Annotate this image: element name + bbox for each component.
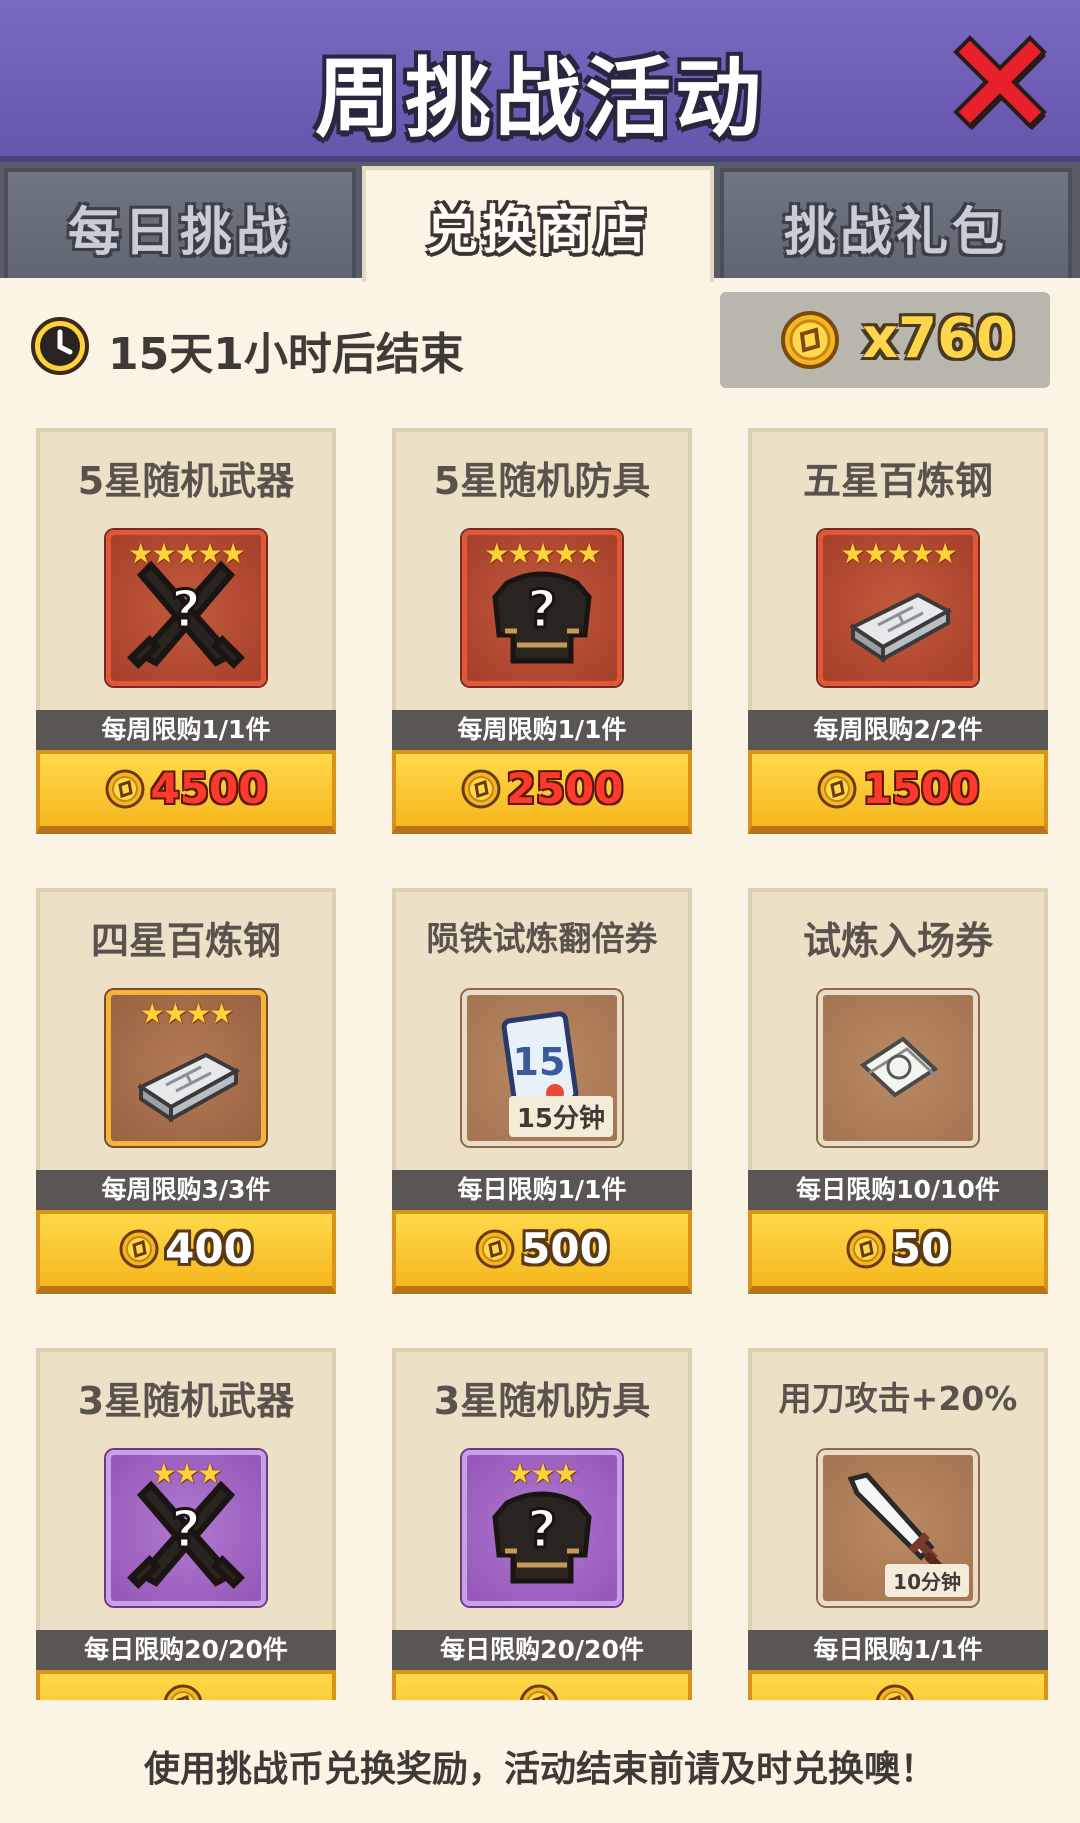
challenge-coin-icon	[875, 1684, 915, 1700]
close-button[interactable]	[950, 30, 1050, 130]
item-icon-frame: ★★★★	[106, 990, 266, 1146]
shop-item-card: 5星随机武器? ★★★★★ 每周限购1/1件 4500	[36, 420, 336, 850]
buy-button[interactable]: 2500	[392, 750, 692, 834]
footer-note: 使用挑战币兑换奖励，活动结束前请及时兑换噢！	[0, 1700, 1080, 1823]
buy-button[interactable]: 400	[36, 1210, 336, 1294]
item-name: 试炼入场券	[802, 919, 993, 963]
time-remaining: 15天1小时后结束	[108, 329, 464, 380]
item-icon-frame: ? ★★★★★	[462, 530, 622, 686]
tab-label: 挑战礼包	[783, 203, 1008, 263]
challenge-coin-icon	[519, 1684, 559, 1700]
item-icon-frame: ? ★★★	[462, 1450, 622, 1606]
challenge-coin-icon	[781, 311, 839, 369]
item-name: 陨铁试炼翻倍券	[426, 919, 658, 958]
shop-item-card: 用刀攻击+20% 10分钟每日限购1/1件	[748, 1340, 1048, 1700]
item-icon-frame: ? ★★★★★	[106, 530, 266, 686]
purchase-limit: 每周限购1/1件	[36, 710, 336, 750]
shop-item-card: 3星随机武器? ★★★ 每日限购20/20件	[36, 1340, 336, 1700]
buy-button[interactable]: 1500	[748, 750, 1048, 834]
footer-text: 使用挑战币兑换奖励，活动结束前请及时兑换噢！	[143, 1749, 936, 1790]
purchase-limit: 每周限购3/3件	[36, 1170, 336, 1210]
shop-item-card: 五星百炼钢 ★★★★★ 每周限购2/2件 1500	[748, 420, 1048, 850]
challenge-coin-icon	[817, 769, 857, 808]
tab-challenge-pack[interactable]: 挑战礼包	[720, 168, 1072, 278]
item-name: 3星随机武器	[77, 1379, 295, 1423]
purchase-limit: 每日限购10/10件	[748, 1170, 1048, 1210]
buy-button[interactable]	[36, 1670, 336, 1700]
item-name: 3星随机防具	[433, 1379, 651, 1423]
shop-grid: 5星随机武器? ★★★★★ 每周限购1/1件 4500 5星随机防具? ★★★★★ 每周限购…	[0, 410, 1080, 1700]
item-price: 400	[165, 1224, 253, 1273]
purchase-limit: 每日限购20/20件	[36, 1630, 336, 1670]
item-name: 用刀攻击+20%	[778, 1379, 1018, 1418]
tab-bar: 每日挑战 兑换商店 挑战礼包	[0, 162, 1080, 282]
buy-button[interactable]	[748, 1670, 1048, 1700]
purchase-limit: 每日限购1/1件	[392, 1170, 692, 1210]
svg-text:?: ?	[171, 1500, 201, 1560]
item-name: 四星百炼钢	[90, 919, 281, 963]
challenge-coin-icon	[105, 769, 145, 808]
challenge-coin-icon	[846, 1229, 886, 1268]
challenge-coin-icon	[119, 1229, 159, 1268]
tab-label: 兑换商店	[425, 201, 650, 261]
tab-label: 每日挑战	[67, 203, 292, 263]
item-price: 500	[521, 1224, 609, 1273]
item-price: 1500	[862, 764, 980, 813]
buy-button[interactable]	[392, 1670, 692, 1700]
star-rating: ★★★★★	[484, 537, 602, 570]
item-icon-frame: 15 15分钟	[462, 990, 622, 1146]
item-icon-frame: 10分钟	[818, 1450, 978, 1606]
tab-exchange-shop[interactable]: 兑换商店	[362, 166, 714, 282]
header-bar: 周挑战活动	[0, 0, 1080, 162]
close-icon	[953, 35, 1047, 130]
svg-text:15: 15	[513, 1040, 566, 1084]
currency-amount: x760	[862, 306, 1016, 371]
challenge-coin-icon	[163, 1684, 203, 1700]
duration-tag: 10分钟	[885, 1564, 969, 1597]
item-icon-frame: ? ★★★	[106, 1450, 266, 1606]
purchase-limit: 每日限购20/20件	[392, 1630, 692, 1670]
purchase-limit: 每周限购1/1件	[392, 710, 692, 750]
item-price: 50	[891, 1224, 951, 1273]
shop-item-card: 四星百炼钢 ★★★★ 每周限购3/3件 400	[36, 880, 336, 1310]
shop-item-card: 试炼入场券每日限购10/10件 50	[748, 880, 1048, 1310]
item-name: 五星百炼钢	[802, 459, 993, 503]
challenge-coin-icon	[461, 769, 501, 808]
item-price: 2500	[506, 764, 624, 813]
purchase-limit: 每周限购2/2件	[748, 710, 1048, 750]
star-rating: ★★★★	[139, 997, 234, 1030]
buy-button[interactable]: 500	[392, 1210, 692, 1294]
star-rating: ★★★	[151, 1457, 222, 1490]
star-rating: ★★★★★	[840, 537, 958, 570]
star-rating: ★★★★★	[128, 537, 246, 570]
star-rating: ★★★	[507, 1457, 578, 1490]
challenge-coin-icon	[475, 1229, 515, 1268]
item-price: 4500	[150, 764, 268, 813]
clock-icon	[31, 317, 89, 375]
shop-item-card: 5星随机防具? ★★★★★ 每周限购1/1件 2500	[392, 420, 692, 850]
purchase-limit: 每日限购1/1件	[748, 1630, 1048, 1670]
item-icon-frame	[818, 990, 978, 1146]
page-title: 周挑战活动	[315, 49, 765, 149]
shop-item-card: 陨铁试炼翻倍券 15 15分钟每日限购1/1件 500	[392, 880, 692, 1310]
duration-tag: 15分钟	[508, 1096, 613, 1137]
tab-daily-challenge[interactable]: 每日挑战	[4, 168, 356, 278]
svg-text:?: ?	[527, 580, 557, 640]
svg-text:?: ?	[527, 1500, 557, 1560]
item-icon-frame: ★★★★★	[818, 530, 978, 686]
shop-item-card: 3星随机防具? ★★★ 每日限购20/20件	[392, 1340, 692, 1700]
weekly-challenge-panel: 周挑战活动 每日挑战 兑换商店 挑战礼包 15天1小时后结束 x760 5星随机…	[0, 0, 1080, 1823]
svg-text:?: ?	[171, 580, 201, 640]
currency-balance: x760	[720, 292, 1050, 388]
item-name: 5星随机防具	[433, 459, 651, 503]
buy-button[interactable]: 4500	[36, 750, 336, 834]
buy-button[interactable]: 50	[748, 1210, 1048, 1294]
item-name: 5星随机武器	[77, 459, 295, 503]
